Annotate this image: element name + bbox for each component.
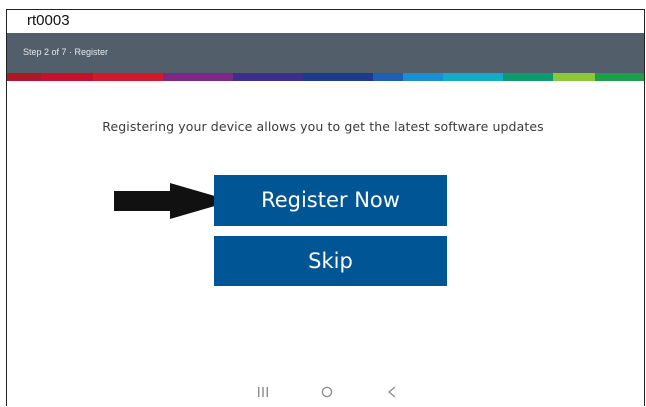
step-indicator: Step 2 of 7 · Register: [23, 47, 109, 57]
stripe-segment: [373, 73, 403, 81]
recent-apps-icon[interactable]: [257, 385, 269, 399]
stripe-segment: [503, 73, 553, 81]
stripe-segment: [595, 73, 644, 81]
stripe-segment: [553, 73, 595, 81]
stripe-segment: [93, 73, 163, 81]
stripe-segment: [233, 73, 303, 81]
stripe-segment: [443, 73, 503, 81]
home-icon[interactable]: [320, 385, 334, 399]
brand-color-strip: [7, 73, 644, 81]
skip-button[interactable]: Skip: [214, 236, 447, 286]
stripe-segment: [41, 73, 93, 81]
document-label: rt0003: [27, 12, 70, 29]
android-navigation-bar: [7, 383, 644, 407]
stripe-segment: [303, 73, 373, 81]
registration-info-text: Registering your device allows you to ge…: [102, 119, 544, 134]
register-now-button[interactable]: Register Now: [214, 175, 447, 226]
stripe-segment: [163, 73, 233, 81]
back-icon[interactable]: [386, 385, 398, 399]
stripe-segment: [403, 73, 443, 81]
header-bar: Step 2 of 7 · Register: [7, 33, 644, 73]
stripe-segment: [7, 73, 41, 81]
